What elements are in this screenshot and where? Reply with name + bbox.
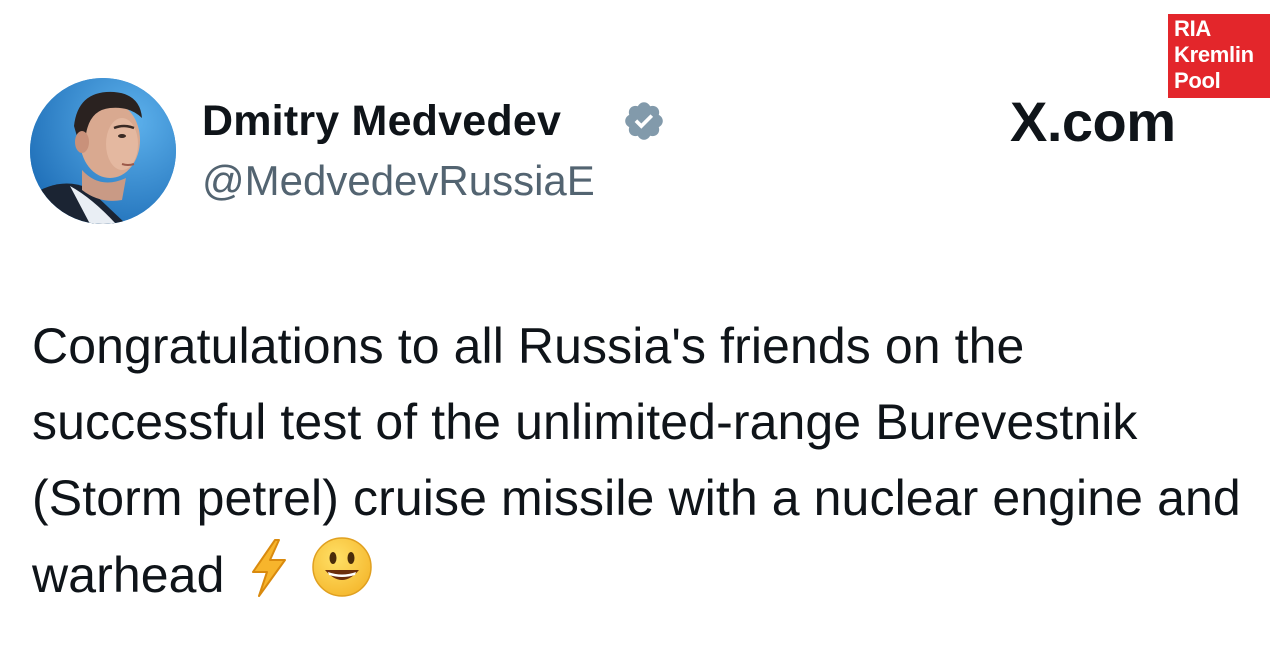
author-handle[interactable]: @MedvedevRussiaE — [202, 156, 595, 206]
watermark-line: Kremlin — [1174, 42, 1254, 67]
site-label: X.com — [1010, 90, 1176, 153]
lightning-emoji-icon — [251, 539, 286, 597]
watermark-logo: RIA Kremlin Pool — [1168, 14, 1270, 98]
watermark-line: Pool — [1174, 68, 1221, 93]
watermark-line: RIA — [1174, 16, 1211, 41]
avatar-photo — [30, 78, 176, 224]
smiling-face-emoji-icon — [311, 537, 372, 597]
verified-badge-icon — [625, 102, 663, 140]
tweet-text: Congratulations to all Russia's friends … — [32, 308, 1252, 613]
tweet-body: Congratulations to all Russia's friends … — [32, 318, 1241, 603]
avatar[interactable] — [30, 78, 176, 224]
author-name[interactable]: Dmitry Medvedev — [202, 95, 561, 147]
